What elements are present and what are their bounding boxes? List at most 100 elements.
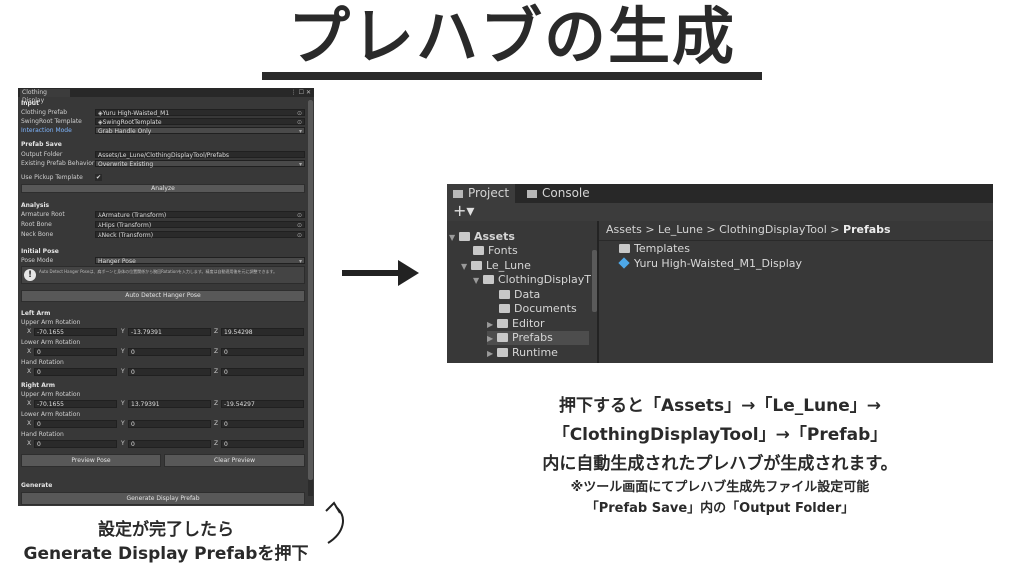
vector-x-field[interactable]: -70.1655	[34, 328, 117, 336]
object-picker-icon[interactable]: ⊙	[297, 119, 302, 126]
vector-y-field[interactable]: 0	[128, 440, 211, 448]
tree-item-data[interactable]: Data	[499, 288, 540, 302]
existing-prefab-dropdown[interactable]: Overwrite Existing ▾	[95, 160, 305, 168]
auto-detect-button[interactable]: Auto Detect Hanger Pose	[21, 290, 305, 302]
breadcrumb-prefabs[interactable]: Prefabs	[843, 223, 891, 236]
section-input: Input	[21, 100, 39, 107]
breadcrumb-clothingdisplaytool[interactable]: ClothingDisplayTool	[719, 223, 827, 236]
vector-x-field[interactable]: 0	[34, 368, 117, 376]
preview-pose-button[interactable]: Preview Pose	[21, 454, 161, 467]
tree-item-label: Editor	[512, 317, 545, 330]
vector-y-field[interactable]: 13.79391	[128, 400, 211, 408]
add-asset-button[interactable]: +▾	[453, 201, 474, 220]
right-upper-arm-vector: X -70.1655 Y 13.79391 Z -19.54297	[21, 400, 305, 408]
axis-z-label: Z	[214, 440, 219, 447]
vector-z-field[interactable]: 0	[221, 348, 304, 356]
vector-x-field[interactable]: 0	[34, 420, 117, 428]
vector-x-field[interactable]: 0	[34, 348, 117, 356]
swingroot-field[interactable]: ◈SwingRootTemplate ⊙	[95, 118, 305, 126]
vector-x-field[interactable]: -70.1655	[34, 400, 117, 408]
axis-x-label: X	[27, 368, 32, 375]
breadcrumb-divider	[599, 240, 993, 241]
vector-z-field[interactable]: -19.54297	[221, 400, 304, 408]
curved-arrow-icon	[325, 501, 344, 544]
vector-z-field[interactable]: 0	[221, 420, 304, 428]
scrollbar-thumb[interactable]	[308, 100, 313, 480]
interaction-mode-dropdown[interactable]: Grab Handle Only ▾	[95, 127, 305, 135]
collapse-arrow-icon[interactable]: ▶	[487, 347, 495, 361]
vector-z-field[interactable]: 19.54298	[221, 328, 304, 336]
armature-root-field[interactable]: ⅄Armature (Transform) ⊙	[95, 211, 305, 219]
analyze-button[interactable]: Analyze	[21, 184, 305, 193]
interaction-mode-label: Interaction Mode	[21, 127, 72, 134]
existing-prefab-label: Existing Prefab Behavior	[21, 160, 95, 167]
output-folder-field[interactable]: Assets/Le_Lune/ClothingDisplayTool/Prefa…	[95, 151, 305, 159]
vector-y-field[interactable]: 0	[128, 348, 211, 356]
use-pickup-checkbox[interactable]: ✔	[95, 174, 102, 181]
tree-item-fonts[interactable]: Fonts	[473, 244, 518, 258]
asset-templates-folder[interactable]: Templates	[619, 242, 690, 255]
tree-item-assets[interactable]: ▼ Assets	[449, 230, 515, 244]
tree-item-prefabs[interactable]: ▶ Prefabs	[487, 331, 589, 345]
vector-z-field[interactable]: 0	[221, 440, 304, 448]
folder-icon	[483, 274, 494, 284]
object-picker-icon[interactable]: ⊙	[297, 212, 302, 219]
breadcrumb: Assets > Le_Lune > ClothingDisplayTool >…	[606, 223, 891, 236]
axis-x-label: X	[27, 348, 32, 355]
dropdown-arrow-icon: ▾	[298, 258, 302, 265]
vector-z-field[interactable]: 0	[221, 368, 304, 376]
window-controls[interactable]: ⋮ ☐ ✕	[291, 88, 311, 97]
folder-icon	[473, 245, 484, 255]
asset-display-prefab[interactable]: Yuru High-Waisted_M1_Display	[618, 257, 802, 270]
axis-x-label: X	[27, 328, 32, 335]
section-initial-pose: Initial Pose	[21, 248, 59, 255]
expand-arrow-icon[interactable]: ▼	[449, 231, 457, 245]
tree-item-clothingdisplaytool[interactable]: ▼ ClothingDisplayT	[473, 273, 591, 287]
vector-y-field[interactable]: 0	[128, 368, 211, 376]
tree-item-documents[interactable]: Documents	[499, 302, 577, 316]
caption-bottom-left-2: Generate Display Prefabを押下	[23, 544, 309, 564]
tree-item-label: Le_Lune	[486, 259, 531, 272]
axis-y-label: Y	[121, 400, 125, 407]
armature-root-value: Armature (Transform)	[101, 212, 167, 219]
vector-y-field[interactable]: 0	[128, 420, 211, 428]
pose-mode-dropdown[interactable]: Hanger Pose ▾	[95, 257, 305, 265]
dropdown-arrow-icon: ▾	[298, 128, 302, 135]
collapse-arrow-icon[interactable]: ▶	[487, 332, 495, 346]
clothing-prefab-field[interactable]: ◈Yuru High-Waisted_M1 ⊙	[95, 109, 305, 117]
axis-y-label: Y	[121, 368, 125, 375]
expand-arrow-icon[interactable]: ▼	[473, 274, 481, 288]
tree-item-label: Fonts	[488, 244, 518, 257]
tab-console[interactable]: Console	[527, 184, 607, 203]
root-bone-field[interactable]: ⅄Hips (Transform) ⊙	[95, 221, 305, 229]
breadcrumb-assets[interactable]: Assets	[606, 223, 642, 236]
project-tab-bar: Project Console	[447, 184, 993, 203]
collapse-arrow-icon[interactable]: ▶	[487, 318, 495, 332]
project-toolbar: +▾	[447, 201, 993, 221]
folder-icon	[471, 260, 482, 270]
vector-y-field[interactable]: -13.79391	[128, 328, 211, 336]
breadcrumb-le-lune[interactable]: Le_Lune	[658, 223, 703, 236]
tree-item-le-lune[interactable]: ▼ Le_Lune	[461, 259, 531, 273]
tab-clothing-display[interactable]: Clothing Display	[20, 89, 70, 104]
breadcrumb-separator: >	[706, 223, 716, 236]
tree-item-editor[interactable]: ▶ Editor	[487, 317, 545, 331]
left-upper-arm-vector: X -70.1655 Y -13.79391 Z 19.54298	[21, 328, 305, 336]
pane-divider[interactable]	[597, 221, 599, 363]
axis-y-label: Y	[121, 440, 125, 447]
clear-preview-button[interactable]: Clear Preview	[164, 454, 305, 467]
neck-bone-field[interactable]: ⅄Neck (Transform) ⊙	[95, 231, 305, 239]
generate-display-prefab-button[interactable]: Generate Display Prefab	[21, 492, 305, 505]
axis-y-label: Y	[121, 348, 125, 355]
object-picker-icon[interactable]: ⊙	[297, 222, 302, 229]
axis-x-label: X	[27, 420, 32, 427]
breadcrumb-separator: >	[645, 223, 655, 236]
tree-item-label: ClothingDisplayT	[498, 273, 592, 286]
clothing-prefab-label: Clothing Prefab	[21, 109, 68, 116]
tree-item-runtime[interactable]: ▶ Runtime	[487, 346, 558, 360]
object-picker-icon[interactable]: ⊙	[297, 110, 302, 117]
object-picker-icon[interactable]: ⊙	[297, 232, 302, 239]
vector-x-field[interactable]: 0	[34, 440, 117, 448]
inspector-scrollbar[interactable]	[308, 100, 313, 496]
expand-arrow-icon[interactable]: ▼	[461, 260, 469, 274]
